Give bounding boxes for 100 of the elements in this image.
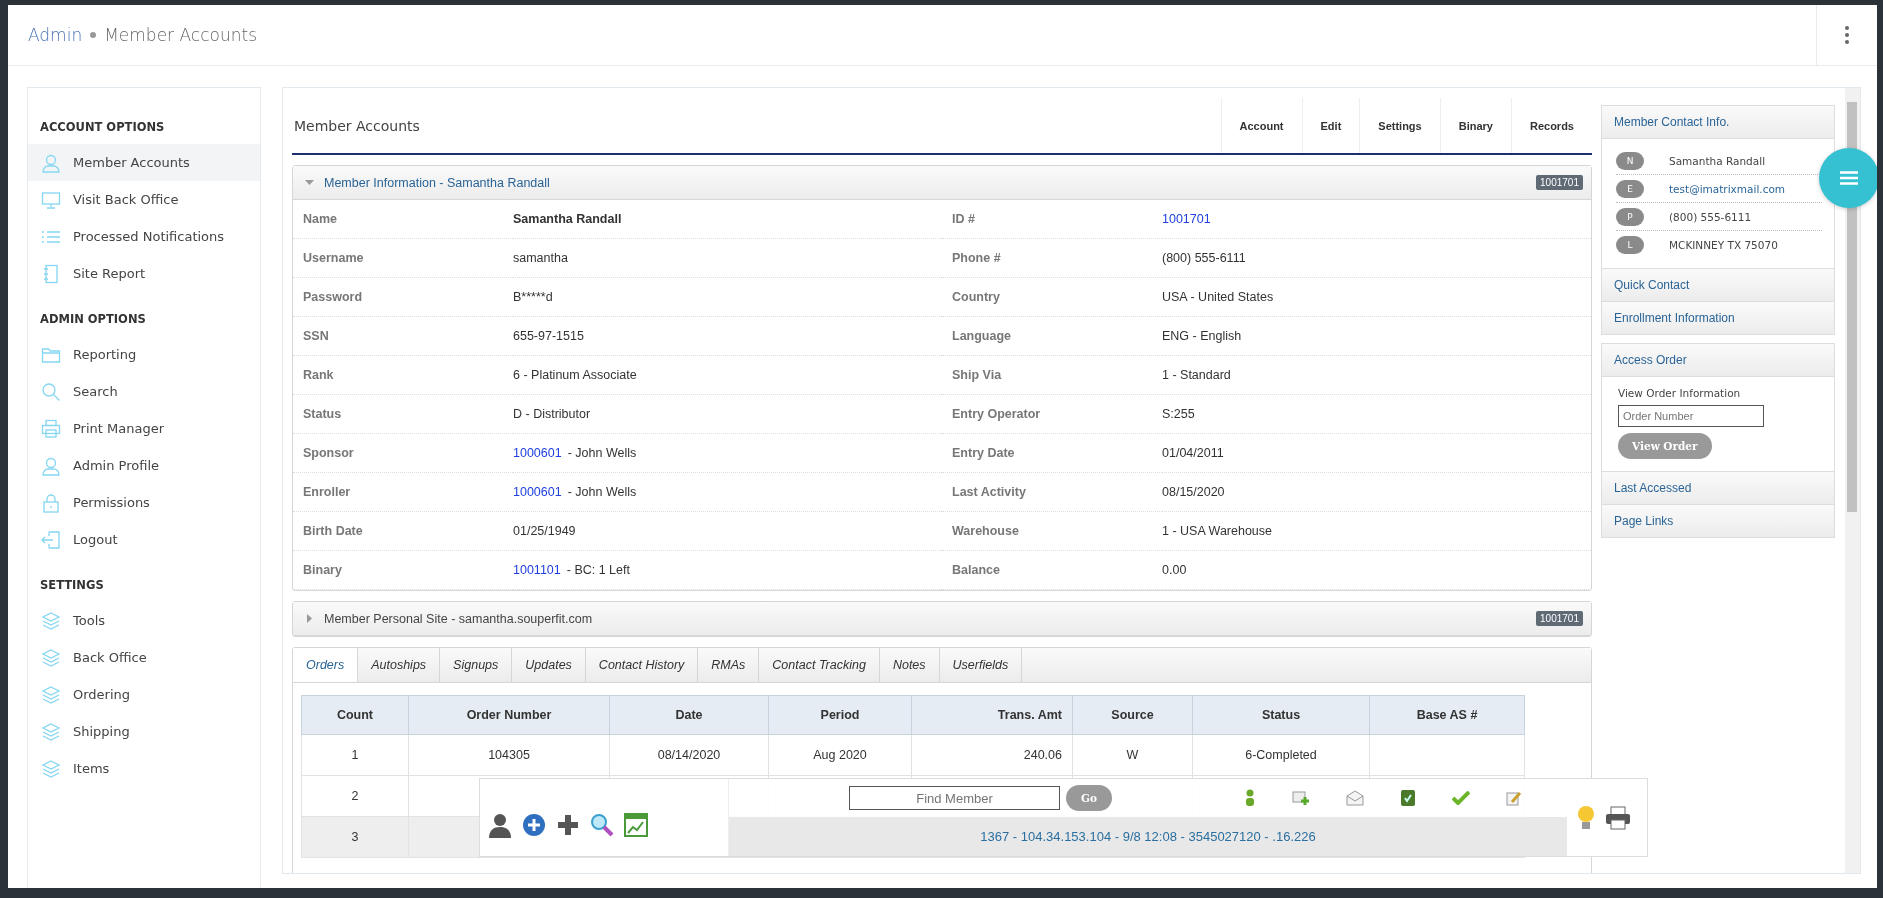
- column-header[interactable]: Period: [768, 695, 912, 735]
- sidebar-item[interactable]: Search: [28, 373, 260, 410]
- contact-value: (800) 555-6111: [1669, 210, 1752, 223]
- panel-header[interactable]: Quick Contact: [1602, 269, 1834, 302]
- breadcrumb-separator-icon: [90, 32, 97, 38]
- menu-button[interactable]: [1819, 148, 1877, 208]
- field-value: B*****d: [513, 290, 553, 304]
- sidebar-item[interactable]: Print Manager: [28, 410, 260, 447]
- email-link[interactable]: test@imatrixmail.com: [1669, 182, 1786, 195]
- sidebar-item[interactable]: Tools: [28, 602, 260, 639]
- tab[interactable]: Autoships: [358, 648, 441, 682]
- session-info: 1367 - 104.34.153.104 - 9/8 12:08 - 3545027120 - .16.226: [980, 829, 1316, 844]
- tab[interactable]: Notes: [879, 648, 940, 682]
- sidebar-item[interactable]: Shipping: [28, 713, 260, 750]
- field-label: Rank: [293, 356, 513, 395]
- sidebar-item[interactable]: Back Office: [28, 639, 260, 676]
- scrollbar[interactable]: [1845, 88, 1860, 873]
- tab[interactable]: Contact Tracking: [759, 648, 880, 682]
- field-label: Language: [942, 317, 1162, 356]
- field-value: USA - United States: [1162, 290, 1274, 304]
- member-id-link[interactable]: 1000601: [513, 446, 562, 460]
- breadcrumb-link[interactable]: Admin: [28, 25, 83, 45]
- layers-icon: [41, 684, 61, 705]
- field-value: - BC: 1 Left: [566, 563, 630, 577]
- table-cell: Aug 2020: [813, 748, 867, 762]
- layers-icon: [41, 758, 61, 779]
- sidebar-item[interactable]: Items: [28, 750, 260, 787]
- plus-circle-icon[interactable]: [522, 812, 546, 837]
- column-header[interactable]: Source: [1072, 695, 1193, 735]
- chart-icon[interactable]: [624, 812, 648, 837]
- field-value: D - Distributor: [513, 407, 591, 421]
- search-icon[interactable]: [590, 812, 614, 837]
- sidebar-item[interactable]: Site Report: [28, 255, 260, 292]
- plus-icon[interactable]: [556, 812, 580, 837]
- table-cell: 104305: [488, 748, 530, 762]
- field-label: Status: [293, 395, 513, 434]
- sidebar-item[interactable]: Reporting: [28, 336, 260, 373]
- section-header[interactable]: Member Personal Site - samantha.souperfit.com 1001701: [293, 602, 1591, 636]
- id-badge: 1001701: [1536, 175, 1583, 190]
- contact-value: MCKINNEY TX 75070: [1669, 238, 1778, 251]
- breadcrumb-link[interactable]: Member Accounts: [104, 25, 257, 45]
- find-member-field[interactable]: Find Member: [849, 786, 1060, 810]
- envelope-icon[interactable]: [1346, 790, 1364, 806]
- table-cell: 2: [351, 789, 359, 803]
- tab[interactable]: Orders: [293, 648, 359, 682]
- tab[interactable]: RMAs: [698, 648, 760, 682]
- sidebar-item[interactable]: Visit Back Office: [28, 181, 260, 218]
- member-id-link[interactable]: 1001701: [1162, 212, 1211, 226]
- field-value: 1 - USA Warehouse: [1162, 524, 1272, 538]
- layers-icon: [41, 647, 61, 668]
- menu-icon: [1840, 171, 1858, 185]
- sidebar-item[interactable]: Ordering: [28, 676, 260, 713]
- notebook-icon[interactable]: [1400, 789, 1416, 807]
- panel-header[interactable]: Member Contact Info.: [1602, 106, 1834, 139]
- member-id-link[interactable]: 1000601: [513, 485, 562, 499]
- column-header[interactable]: Order Number: [408, 695, 610, 735]
- sidebar-item[interactable]: Admin Profile: [28, 447, 260, 484]
- tab[interactable]: Contact History: [585, 648, 699, 682]
- field-label: Binary: [293, 551, 513, 590]
- search-icon: [41, 381, 61, 402]
- field-label: Username: [293, 239, 513, 278]
- printer-icon[interactable]: [1605, 805, 1631, 830]
- field-label: Entry Date: [942, 434, 1162, 473]
- column-header[interactable]: Date: [609, 695, 769, 735]
- column-header[interactable]: Count: [301, 695, 409, 735]
- add-icon[interactable]: [1292, 790, 1310, 806]
- member-id-link[interactable]: 1001101: [513, 563, 561, 577]
- pencil-icon[interactable]: [1506, 790, 1522, 806]
- sidebar-item[interactable]: Member Accounts: [28, 144, 260, 181]
- field-value: Samantha Randall: [513, 212, 622, 226]
- panel-header[interactable]: Page Links: [1602, 505, 1834, 537]
- section-title: Member Information - Samantha Randall: [324, 175, 551, 190]
- panel-header[interactable]: Enrollment Information: [1602, 302, 1834, 334]
- field-label: Ship Via: [942, 356, 1162, 395]
- lightbulb-icon[interactable]: [1577, 804, 1595, 831]
- field-value: - John Wells: [567, 446, 637, 460]
- column-header[interactable]: Trans. Amt: [911, 695, 1073, 735]
- column-header[interactable]: Status: [1192, 695, 1370, 735]
- field-value: 08/15/2020: [1162, 485, 1225, 499]
- letter-badge: E: [1616, 179, 1644, 198]
- field-label: Birth Date: [293, 512, 513, 551]
- tab[interactable]: Userfields: [939, 648, 1023, 682]
- sidebar-item[interactable]: Processed Notifications: [28, 218, 260, 255]
- table-cell: 6-Completed: [1245, 748, 1317, 762]
- order-number-field[interactable]: Order Number: [1618, 405, 1764, 427]
- tab[interactable]: Signups: [440, 648, 513, 682]
- field-value: (800) 555-6111: [1162, 251, 1246, 265]
- check-icon[interactable]: [1452, 791, 1470, 805]
- field-label: Password: [293, 278, 513, 317]
- panel-header[interactable]: Access Order: [1602, 344, 1834, 377]
- tab[interactable]: Updates: [512, 648, 586, 682]
- section-header[interactable]: Member Information - Samantha Randall 1001701: [293, 166, 1591, 200]
- column-header[interactable]: Base AS #: [1369, 695, 1525, 735]
- lock-icon: [41, 492, 61, 513]
- person-icon[interactable]: [488, 811, 512, 838]
- more-menu-icon[interactable]: [1844, 25, 1850, 45]
- section-title: Member Personal Site - samantha.souperfit.com: [324, 611, 594, 626]
- panel-header[interactable]: Last Accessed: [1602, 472, 1834, 505]
- sidebar-item[interactable]: Permissions: [28, 484, 260, 521]
- sidebar-item[interactable]: Logout: [28, 521, 260, 558]
